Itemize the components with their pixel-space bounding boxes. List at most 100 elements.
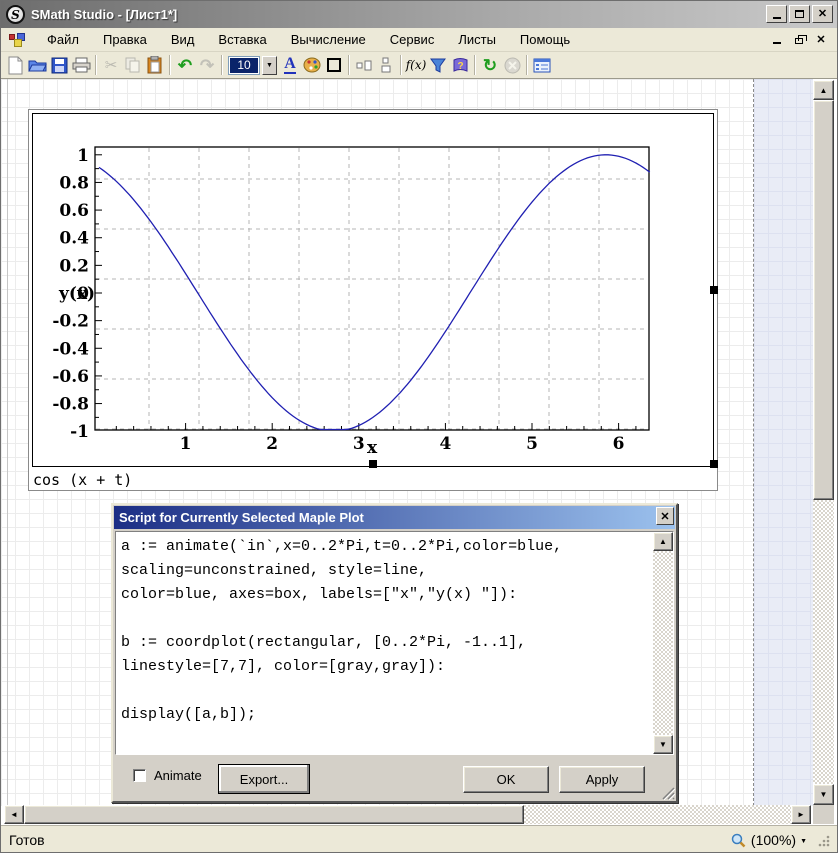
color-palette-button[interactable] (301, 54, 323, 76)
redo-icon: ↷ (200, 57, 214, 74)
svg-text:0.4: 0.4 (59, 229, 89, 249)
status-text: Готов (9, 832, 45, 848)
scroll-down-button[interactable]: ▼ (653, 735, 673, 754)
stop-button[interactable] (501, 54, 523, 76)
dialog-title-bar[interactable]: Script for Currently Selected Maple Plot (114, 506, 675, 529)
close-icon: ✕ (818, 9, 827, 20)
menu-item-2[interactable]: Вид (159, 29, 207, 50)
toolbar-separator (474, 55, 476, 75)
horizontal-scroll-thumb[interactable] (24, 805, 524, 824)
scroll-track[interactable] (653, 551, 673, 735)
maple-plot-region[interactable]: 12345610.80.60.40.20-0.2-0.4-0.6-0.8-1xy… (28, 109, 718, 491)
menu-item-1[interactable]: Правка (91, 29, 159, 50)
scroll-up-button[interactable]: ▲ (813, 80, 834, 100)
apply-button[interactable]: Apply (559, 766, 645, 793)
window-resize-grip[interactable] (817, 833, 831, 847)
resize-handle-right[interactable] (710, 286, 718, 294)
document-icon (9, 33, 25, 47)
toolbar-separator (526, 55, 528, 75)
plot-formula[interactable]: cos (x + t) (33, 470, 132, 490)
animate-checkbox[interactable] (133, 769, 146, 782)
menu-item-3[interactable]: Вставка (206, 29, 278, 50)
maximize-button[interactable] (789, 5, 810, 23)
paste-button[interactable] (144, 54, 166, 76)
filter-button[interactable] (427, 54, 449, 76)
worksheet-canvas[interactable]: 12345610.80.60.40.20-0.2-0.4-0.6-0.8-1xy… (1, 79, 838, 825)
maple-script-dialog: Script for Currently Selected Maple Plot… (111, 503, 678, 803)
toolbar: ✂ ↶ ↷ 10 ▼ A f(x) ? ↻ (1, 52, 837, 79)
mdi-restore-button[interactable] (791, 32, 807, 47)
zoom-dropdown-icon[interactable]: ▼ (800, 838, 807, 845)
menu-item-5[interactable]: Сервис (378, 29, 447, 50)
printer-icon (72, 57, 91, 73)
stop-icon (504, 57, 521, 74)
function-icon: f(x) (406, 58, 427, 72)
resize-handle-corner[interactable] (710, 460, 718, 468)
arrow-down-icon: ▼ (820, 790, 828, 799)
font-letter-icon: A (284, 56, 296, 75)
border-button[interactable] (323, 54, 345, 76)
cut-button[interactable]: ✂ (100, 54, 122, 76)
font-button[interactable]: A (279, 54, 301, 76)
new-button[interactable] (4, 54, 26, 76)
insert-function-button[interactable]: f(x) (405, 54, 427, 76)
script-text[interactable]: a := animate(`in`,x=0..2*Pi,t=0..2*Pi,co… (116, 532, 673, 730)
redo-button[interactable]: ↷ (196, 54, 218, 76)
menu-item-0[interactable]: Файл (35, 29, 91, 50)
mdi-minimize-button[interactable] (769, 32, 785, 47)
script-text-area[interactable]: a := animate(`in`,x=0..2*Pi,t=0..2*Pi,co… (115, 531, 674, 755)
svg-text:-0.4: -0.4 (52, 339, 89, 359)
vertical-scroll-thumb[interactable] (813, 100, 834, 500)
align-vertical-icon (379, 57, 393, 73)
horizontal-scroll-track[interactable] (524, 805, 791, 824)
svg-text:1: 1 (180, 434, 192, 454)
menu-item-4[interactable]: Вычисление (279, 29, 378, 50)
font-size-combobox[interactable]: 10 (228, 56, 260, 75)
reference-button[interactable]: ? (449, 54, 471, 76)
open-button[interactable] (26, 54, 48, 76)
close-button[interactable]: ✕ (812, 5, 833, 23)
scroll-down-button[interactable]: ▼ (813, 784, 834, 805)
toolbar-separator (95, 55, 97, 75)
dialog-title: Script for Currently Selected Maple Plot (119, 510, 364, 525)
svg-text:-0.2: -0.2 (52, 312, 89, 332)
title-bar[interactable]: S SMath Studio - [Лист1*] ✕ (1, 1, 837, 28)
recalculate-button[interactable]: ↻ (479, 54, 501, 76)
script-scrollbar: ▲ ▼ (653, 532, 673, 754)
minimize-button[interactable] (766, 5, 787, 23)
options-button[interactable] (531, 54, 553, 76)
options-list-icon (533, 58, 551, 73)
svg-text:4: 4 (439, 434, 451, 454)
menu-item-6[interactable]: Листы (446, 29, 508, 50)
align-horizontal-button[interactable] (353, 54, 375, 76)
close-icon: ✕ (660, 510, 669, 523)
ok-button[interactable]: OK (463, 766, 549, 793)
vertical-scroll-track[interactable] (813, 500, 834, 784)
copy-icon (125, 57, 141, 74)
mdi-close-button[interactable]: ✕ (813, 32, 829, 47)
resize-handle-bottom[interactable] (369, 460, 377, 468)
export-button[interactable]: Export... (218, 764, 310, 794)
mdi-minimize-icon (773, 37, 781, 44)
status-bar: Готов (100%) ▼ (1, 825, 837, 853)
scroll-up-button[interactable]: ▲ (653, 532, 673, 551)
align-vertical-button[interactable] (375, 54, 397, 76)
dialog-button-row: Animate Export... OK Apply (113, 757, 676, 801)
scroll-left-button[interactable]: ◄ (4, 805, 24, 824)
font-size-dropdown-button[interactable]: ▼ (262, 56, 277, 75)
save-button[interactable] (48, 54, 70, 76)
zoom-level[interactable]: (100%) (751, 832, 796, 848)
undo-button[interactable]: ↶ (174, 54, 196, 76)
scroll-right-button[interactable]: ► (791, 805, 811, 824)
copy-button[interactable] (122, 54, 144, 76)
svg-text:-1: -1 (70, 422, 89, 442)
font-size-value: 10 (230, 58, 258, 73)
plot-area[interactable]: 12345610.80.60.40.20-0.2-0.4-0.6-0.8-1xy… (32, 113, 714, 467)
dialog-resize-grip[interactable] (660, 785, 675, 800)
mdi-restore-icon (795, 38, 803, 44)
menu-item-7[interactable]: Помощь (508, 29, 582, 50)
svg-text:?: ? (457, 61, 463, 72)
print-button[interactable] (70, 54, 92, 76)
border-square-icon (327, 58, 341, 72)
dialog-close-button[interactable]: ✕ (656, 507, 674, 525)
